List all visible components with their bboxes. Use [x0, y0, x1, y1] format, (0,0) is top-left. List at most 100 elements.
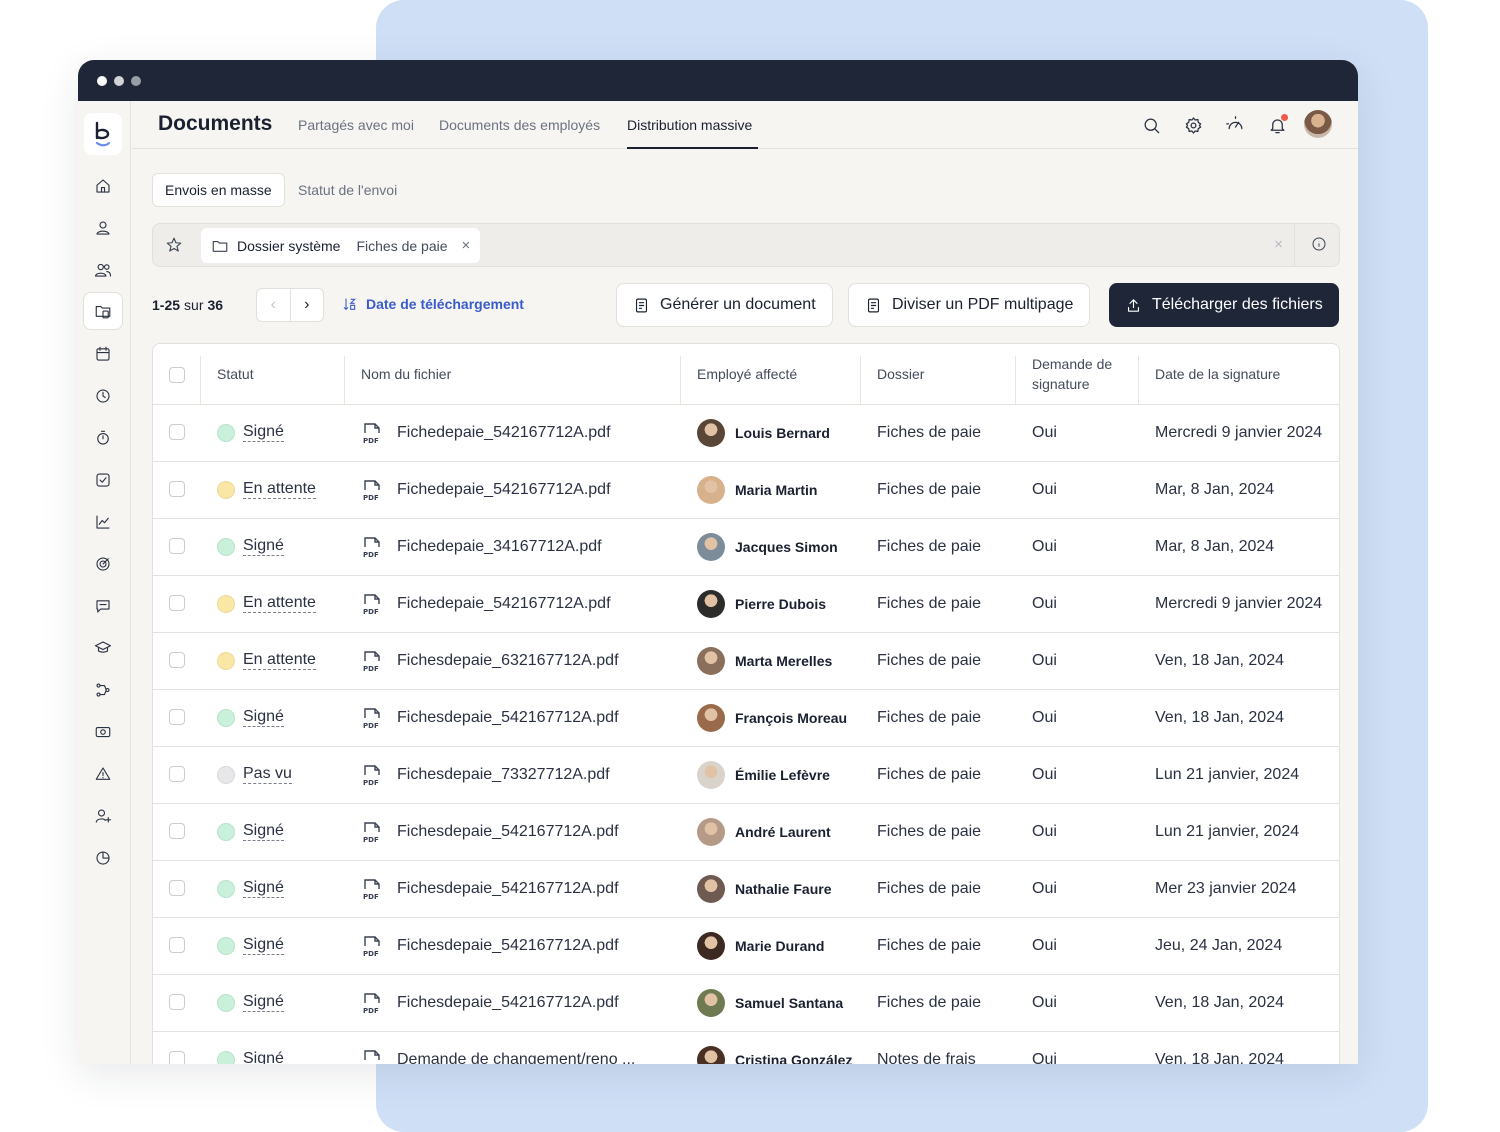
column-header-employee[interactable]: Employé affecté	[681, 344, 861, 405]
avatar[interactable]	[1304, 110, 1332, 138]
employee-name[interactable]: Nathalie Faure	[735, 881, 831, 897]
file-name[interactable]: Fichedepaie_542167712A.pdf	[397, 481, 611, 499]
status-label[interactable]: Signé	[243, 708, 284, 727]
clear-filters-icon[interactable]: ×	[1274, 236, 1283, 253]
generate-document-button[interactable]: Générer un document	[616, 283, 833, 327]
table-row[interactable]: En attente PDF Fichesdepaie_632167712A.pdf…	[153, 632, 1339, 690]
tab-mass-distribution[interactable]: Distribution massive	[627, 117, 752, 133]
table-row[interactable]: En attente PDF Fichedepaie_542167712A.pdf M…	[153, 461, 1339, 519]
status-label[interactable]: Signé	[243, 879, 284, 898]
row-checkbox[interactable]	[169, 481, 185, 498]
file-name[interactable]: Fichesdepaie_542167712A.pdf	[397, 880, 619, 898]
status-label[interactable]: Signé	[243, 936, 284, 955]
tab-shared-with-me[interactable]: Partagés avec moi	[298, 117, 414, 133]
status-label[interactable]: En attente	[243, 594, 316, 613]
employee-name[interactable]: Pierre Dubois	[735, 596, 826, 612]
status-label[interactable]: Signé	[243, 537, 284, 556]
file-name[interactable]: Fichesdepaie_542167712A.pdf	[397, 994, 619, 1012]
money-icon[interactable]	[92, 721, 114, 743]
file-name[interactable]: Fichesdepaie_542167712A.pdf	[397, 709, 619, 727]
remove-filter-icon[interactable]: ×	[462, 237, 471, 254]
employee-name[interactable]: Jacques Simon	[735, 539, 838, 555]
chat-icon[interactable]	[92, 595, 114, 617]
employee-name[interactable]: Samuel Santana	[735, 995, 843, 1011]
table-row[interactable]: Signé PDF Fichesdepaie_542167712A.pdf Marie…	[153, 917, 1339, 975]
select-all-checkbox[interactable]	[169, 367, 185, 384]
column-header-signature-date[interactable]: Date de la signature	[1139, 344, 1339, 405]
upload-files-button[interactable]: Télécharger des fichiers	[1109, 283, 1339, 327]
table-row[interactable]: En attente PDF Fichedepaie_542167712A.pdf P…	[153, 575, 1339, 633]
documents-icon[interactable]	[92, 300, 114, 322]
employee-name[interactable]: Cristina González	[735, 1052, 852, 1065]
row-checkbox[interactable]	[169, 994, 185, 1011]
file-name[interactable]: Fichedepaie_542167712A.pdf	[397, 595, 611, 613]
status-label[interactable]: En attente	[243, 480, 316, 499]
users-icon[interactable]	[92, 259, 114, 281]
filter-chip[interactable]: Dossier système Fiches de paie ×	[201, 228, 481, 263]
status-label[interactable]: En attente	[243, 651, 316, 670]
table-row[interactable]: Signé PDF Fichedepaie_34167712A.pdf Jacques…	[153, 518, 1339, 576]
table-row[interactable]: Signé PDF Fichesdepaie_542167712A.pdf Franç…	[153, 689, 1339, 747]
next-page-button[interactable]: ›	[291, 289, 324, 321]
row-checkbox[interactable]	[169, 766, 185, 783]
employee-name[interactable]: Louis Bernard	[735, 425, 830, 441]
app-logo[interactable]	[84, 113, 122, 155]
previous-page-button[interactable]: ‹	[257, 289, 291, 321]
row-checkbox[interactable]	[169, 424, 185, 441]
row-checkbox[interactable]	[169, 823, 185, 840]
row-checkbox[interactable]	[169, 595, 185, 612]
info-icon[interactable]	[1311, 236, 1327, 257]
file-name[interactable]: Fichesdepaie_632167712A.pdf	[397, 652, 619, 670]
tab-employee-documents[interactable]: Documents des employés	[439, 117, 600, 133]
table-row[interactable]: Signé PDF Fichesdepaie_542167712A.pdf Samue…	[153, 974, 1339, 1032]
add-user-icon[interactable]	[92, 805, 114, 827]
speedometer-icon[interactable]	[1224, 114, 1246, 136]
file-name[interactable]: Fichesdepaie_542167712A.pdf	[397, 937, 619, 955]
employee-name[interactable]: André Laurent	[735, 824, 831, 840]
home-icon[interactable]	[92, 175, 114, 197]
workflow-icon[interactable]	[92, 679, 114, 701]
row-checkbox[interactable]	[169, 709, 185, 726]
table-row[interactable]: Signé PDF Fichedepaie_542167712A.pdf Louis …	[153, 404, 1339, 462]
user-icon[interactable]	[92, 217, 114, 239]
pie-chart-icon[interactable]	[92, 847, 114, 869]
employee-name[interactable]: François Moreau	[735, 710, 847, 726]
file-name[interactable]: Fichesdepaie_73327712A.pdf	[397, 766, 610, 784]
row-checkbox[interactable]	[169, 652, 185, 669]
gear-icon[interactable]	[1182, 114, 1204, 136]
column-header-status[interactable]: Statut	[201, 344, 345, 405]
table-row[interactable]: Signé PDF Demande de changement/reno ... Cr…	[153, 1031, 1339, 1064]
search-icon[interactable]	[1140, 114, 1162, 136]
employee-name[interactable]: Maria Martin	[735, 482, 817, 498]
graduation-cap-icon[interactable]	[92, 637, 114, 659]
row-checkbox[interactable]	[169, 880, 185, 897]
column-header-folder[interactable]: Dossier	[861, 344, 1016, 405]
bell-icon[interactable]	[1266, 114, 1288, 136]
row-checkbox[interactable]	[169, 937, 185, 954]
target-icon[interactable]	[92, 553, 114, 575]
split-pdf-button[interactable]: Diviser un PDF multipage	[848, 283, 1091, 327]
stopwatch-icon[interactable]	[92, 427, 114, 449]
column-header-signature-request[interactable]: Demande de signature	[1016, 344, 1139, 405]
subtab-mass-sending[interactable]: Envois en masse	[152, 173, 285, 207]
status-label[interactable]: Signé	[243, 1050, 284, 1064]
subtab-sending-status[interactable]: Statut de l'envoi	[286, 173, 409, 207]
calendar-icon[interactable]	[92, 343, 114, 365]
employee-name[interactable]: Émilie Lefèvre	[735, 767, 830, 783]
alert-icon[interactable]	[92, 763, 114, 785]
star-icon[interactable]	[165, 236, 183, 259]
file-name[interactable]: Fichesdepaie_542167712A.pdf	[397, 823, 619, 841]
status-label[interactable]: Signé	[243, 423, 284, 442]
row-checkbox[interactable]	[169, 1051, 185, 1064]
sort-by-upload-date[interactable]: Date de téléchargement	[342, 296, 524, 312]
column-header-file[interactable]: Nom du fichier	[345, 344, 681, 405]
table-row[interactable]: Signé PDF Fichesdepaie_542167712A.pdf Natha…	[153, 860, 1339, 918]
chart-icon[interactable]	[92, 511, 114, 533]
file-name[interactable]: Fichedepaie_34167712A.pdf	[397, 538, 602, 556]
file-name[interactable]: Fichedepaie_542167712A.pdf	[397, 424, 611, 442]
status-label[interactable]: Signé	[243, 993, 284, 1012]
employee-name[interactable]: Marie Durand	[735, 938, 824, 954]
table-row[interactable]: Signé PDF Fichesdepaie_542167712A.pdf André…	[153, 803, 1339, 861]
row-checkbox[interactable]	[169, 538, 185, 555]
file-name[interactable]: Demande de changement/reno ...	[397, 1051, 635, 1065]
